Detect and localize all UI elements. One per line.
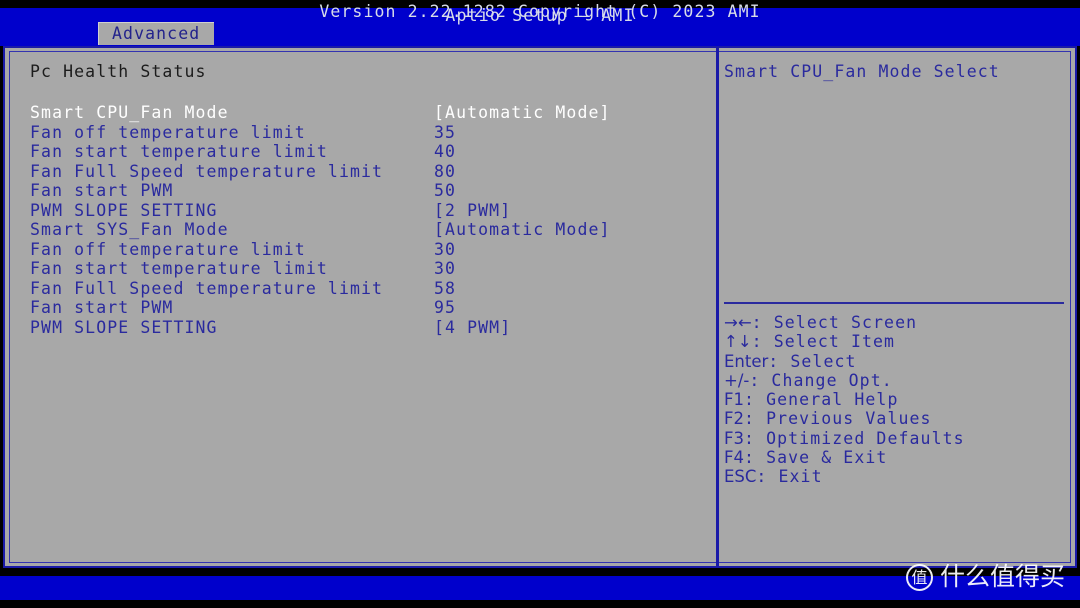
setting-label: PWM SLOPE SETTING — [30, 200, 218, 220]
setting-value[interactable]: [Automatic Mode] — [434, 220, 611, 239]
setting-value[interactable]: [2 PWM] — [434, 201, 511, 220]
key-legend: →←: Select Screen ↑↓: Select Item Enter: S… — [724, 313, 1064, 487]
help-description: Smart CPU_Fan Mode Select — [724, 62, 1000, 81]
legend-action: : Change Opt. — [749, 370, 893, 390]
settings-row[interactable]: Fan off temperature limit 30 — [30, 240, 706, 260]
legend-row: F3: Optimized Defaults — [724, 429, 1064, 448]
section-heading: Pc Health Status — [30, 62, 207, 81]
legend-action: : Save & Exit — [744, 448, 888, 468]
setting-label: Fan off temperature limit — [30, 239, 306, 259]
settings-row[interactable]: Fan Full Speed temperature limit 80 — [30, 162, 706, 182]
setting-label: Fan start temperature limit — [30, 142, 328, 161]
settings-row[interactable]: PWM SLOPE SETTING [2 PWM] — [30, 201, 706, 221]
help-pane: Smart CPU_Fan Mode Select →←: Select Scr… — [724, 62, 1064, 562]
legend-keys: F4 — [724, 448, 744, 468]
watermark-text: 什么值得买 — [940, 562, 1066, 591]
legend-row: Enter: Select — [724, 352, 1064, 371]
legend-row: +/-: Change Opt. — [724, 371, 1064, 390]
setting-value[interactable]: 58 — [434, 279, 456, 298]
settings-row[interactable]: Fan Full Speed temperature limit 58 — [30, 279, 706, 299]
legend-action: : Optimized Defaults — [744, 428, 965, 448]
settings-row[interactable]: Smart SYS_Fan Mode [Automatic Mode] — [30, 220, 706, 240]
setting-value[interactable]: 95 — [434, 298, 456, 317]
legend-row: ESC: Exit — [724, 467, 1064, 486]
setting-value[interactable]: 50 — [434, 181, 456, 200]
legend-action: : Select Item — [751, 332, 896, 352]
legend-action: : Select — [768, 351, 857, 371]
legend-action: : Select Screen — [751, 313, 918, 332]
settings-row-list: Smart CPU_Fan Mode [Automatic Mode] Fan of… — [30, 103, 706, 337]
setting-value[interactable]: 35 — [434, 123, 456, 142]
help-separator — [724, 302, 1064, 304]
settings-row[interactable]: Fan start temperature limit 40 — [30, 142, 706, 162]
legend-row: F4: Save & Exit — [724, 448, 1064, 467]
settings-row[interactable]: Fan off temperature limit 35 — [30, 123, 706, 143]
legend-keys: F1 — [724, 390, 744, 410]
tab-strip: Advanced — [0, 22, 1080, 46]
tab-advanced[interactable]: Advanced — [98, 22, 215, 45]
setting-label: PWM SLOPE SETTING — [30, 317, 218, 337]
legend-keys: Enter — [724, 351, 769, 371]
setting-value[interactable]: 30 — [434, 240, 456, 259]
watermark: 值 什么值得买 — [906, 563, 1065, 591]
setting-label: Fan Full Speed temperature limit — [30, 278, 384, 298]
legend-action: : Previous Values — [744, 409, 932, 429]
setting-label: Fan off temperature limit — [30, 122, 306, 142]
setting-label: Fan start temperature limit — [30, 259, 328, 278]
watermark-logo-icon: 值 — [906, 563, 933, 591]
legend-row: F1: General Help — [724, 390, 1064, 409]
bios-setup-screen: Aptio Setup – AMI Advanced Pc Health Sta… — [0, 0, 1080, 608]
setting-value[interactable]: 80 — [434, 162, 456, 181]
setting-value[interactable]: [Automatic Mode] — [434, 103, 611, 122]
setting-value[interactable]: 30 — [434, 259, 456, 278]
legend-keys: →← — [724, 313, 752, 332]
settings-row[interactable]: PWM SLOPE SETTING [4 PWM] — [30, 318, 706, 338]
legend-keys: F3 — [724, 428, 744, 448]
setting-label: Fan Full Speed temperature limit — [30, 161, 384, 181]
legend-row: ↑↓: Select Item — [724, 332, 1064, 351]
settings-row[interactable]: Smart CPU_Fan Mode [Automatic Mode] — [30, 103, 706, 123]
version-text: Version 2.22.1282 Copyright (C) 2023 AMI — [319, 2, 761, 21]
pane-divider — [716, 48, 719, 566]
legend-keys: +/- — [724, 370, 750, 390]
legend-keys: ESC — [724, 467, 757, 487]
legend-action: : General Help — [744, 390, 899, 410]
legend-row: →←: Select Screen — [724, 313, 1064, 332]
setting-label: Smart CPU_Fan Mode — [30, 103, 229, 122]
settings-row[interactable]: Fan start temperature limit 30 — [30, 259, 706, 279]
settings-row[interactable]: Fan start PWM 95 — [30, 298, 706, 318]
legend-row: F2: Previous Values — [724, 409, 1064, 428]
settings-pane: Pc Health Status Smart CPU_Fan Mode [Auto… — [30, 62, 706, 562]
setting-value[interactable]: [4 PWM] — [434, 318, 511, 337]
setting-value[interactable]: 40 — [434, 142, 456, 161]
legend-action: : Exit — [756, 467, 823, 487]
setting-label: Fan start PWM — [30, 298, 174, 317]
legend-keys: F2 — [724, 409, 744, 429]
setting-label: Fan start PWM — [30, 181, 174, 200]
setting-label: Smart SYS_Fan Mode — [30, 220, 229, 239]
settings-row[interactable]: Fan start PWM 50 — [30, 181, 706, 201]
legend-keys: ↑↓ — [724, 332, 752, 352]
